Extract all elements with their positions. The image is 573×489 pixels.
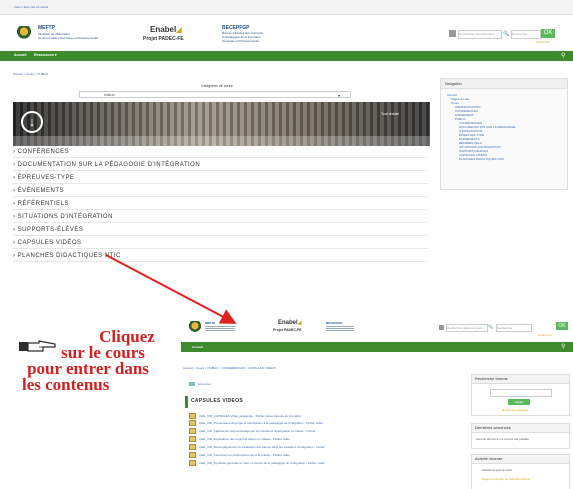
search-text-input[interactable]: Rechercher xyxy=(496,324,532,332)
search-forums-input[interactable] xyxy=(490,389,552,397)
enabel-logo: Enabel◢ xyxy=(278,320,302,326)
video-file-row[interactable]: CHE_VID_Présentation du projet et introd… xyxy=(189,420,451,426)
video-file-row[interactable]: CHE_VID_Capsule de l'apprentissage par l… xyxy=(189,428,451,434)
video-file-icon xyxy=(189,428,196,434)
enabel-name: Enabel xyxy=(278,320,298,326)
enabel-project: Projet PADEC-FE xyxy=(273,328,302,332)
search-forums-button[interactable]: Valider xyxy=(508,399,530,405)
search-button[interactable]: OK xyxy=(556,322,568,330)
full-report-link[interactable]: Rapport complet de l'activité récente xyxy=(482,477,530,481)
becepfgp-subtitle-lines xyxy=(326,326,354,332)
becepfgp-name: BECEPFGP xyxy=(326,321,343,325)
search-forums-title: Recherche forums xyxy=(472,375,569,384)
breadcrumb[interactable]: Accueil > Cours > PUBLIC > CONFÉRENCES >… xyxy=(183,366,276,370)
latest-news-title: Dernières annonces xyxy=(472,424,569,433)
video-file-icon xyxy=(189,452,196,458)
latest-news-text: Aucune annonce n'a encore été publiée xyxy=(476,437,529,441)
login-link[interactable]: Connexion xyxy=(538,333,552,337)
video-file-row[interactable]: CHE_VID_Synthèse générale et mise en œuv… xyxy=(189,460,451,466)
advanced-search-link[interactable]: Recherche avancée xyxy=(502,408,529,412)
section-marker xyxy=(185,396,188,408)
hint-line-4: les contenus xyxy=(22,375,110,394)
video-file-icon xyxy=(189,444,196,450)
recent-activity-block: Activité récente Activité depuis le lund… xyxy=(471,454,570,489)
search-forums-block: Recherche forums Valider Recherche avanc… xyxy=(471,374,570,416)
search-icon[interactable]: ⚲ xyxy=(561,342,565,352)
meftp-subtitle-lines xyxy=(205,326,235,331)
meftp-name: MEFTP xyxy=(205,321,216,325)
video-file-row[interactable]: CHE_VID_Accompagnement et évaluation des… xyxy=(189,444,451,450)
recent-activity-title: Activité récente xyxy=(472,455,569,464)
course-content-screenshot: MEFTP Enabel◢ Projet PADEC-FE BECEPFGP R… xyxy=(178,312,573,489)
section-title: CAPSULES VIDEOS xyxy=(191,398,244,404)
nav-home-tab[interactable]: Accueil xyxy=(192,342,203,352)
latest-news-block: Dernières annonces Aucune annonce n'a en… xyxy=(471,423,570,449)
search-label: 🔍 xyxy=(488,324,493,329)
video-file-icon xyxy=(189,460,196,466)
enabel-accent-icon: ◢ xyxy=(297,320,302,326)
video-file-row[interactable]: CHE_VID_CAPSULES Vidéo pédagogie - Fichi… xyxy=(189,413,451,419)
video-file-icon xyxy=(189,420,196,426)
lock-icon xyxy=(439,325,444,330)
video-file-row[interactable]: CHE_VID_Exploitation des supports élèves… xyxy=(189,436,451,442)
main-navbar xyxy=(181,342,573,352)
course-search-input[interactable]: Rechercher dans les cours xyxy=(446,324,488,332)
recent-activity-text: Activité depuis le lundi xyxy=(482,468,512,472)
meftp-crest-icon xyxy=(188,321,202,333)
video-file-row[interactable]: CHE_VID_Conclusion et perspectives de la… xyxy=(189,452,451,458)
video-file-icon xyxy=(189,413,196,419)
announcements-link[interactable]: Annonces xyxy=(198,382,211,386)
forum-icon xyxy=(189,382,195,386)
video-file-icon xyxy=(189,436,196,442)
